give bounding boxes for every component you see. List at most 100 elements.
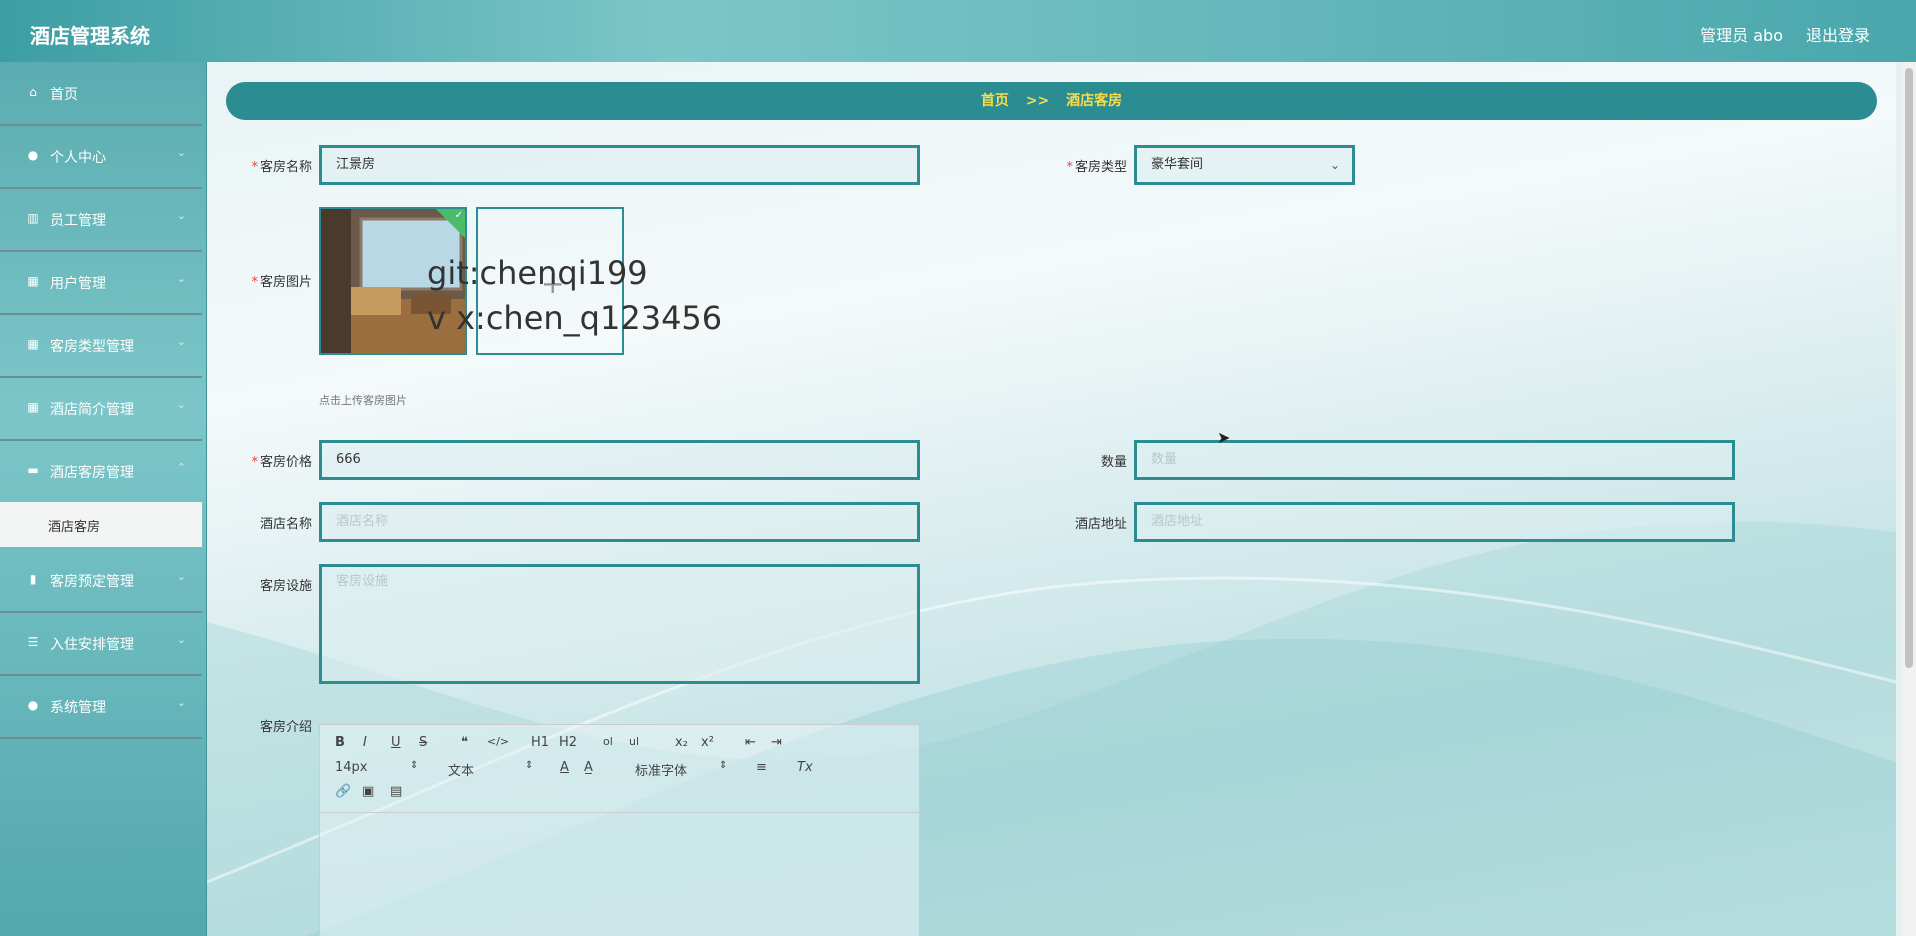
comment-icon: ▬	[27, 463, 39, 477]
hotel-name-placeholder: 酒店名称	[336, 514, 389, 529]
room-type-value: 豪华套间	[1151, 157, 1204, 172]
indent-button[interactable]: ⇥	[771, 735, 782, 750]
room-type-label: * 客房类型	[1066, 160, 1127, 175]
sidebar-item-label: 酒店简介管理	[50, 402, 134, 418]
align-button[interactable]: ≡	[756, 760, 767, 775]
sidebar-item-users[interactable]: ▦ 用户管理 ⌄	[0, 251, 202, 315]
sidebar-item-label: 员工管理	[50, 213, 106, 229]
blockquote-button[interactable]: ❝	[461, 735, 468, 750]
ordered-list-button[interactable]: ol	[603, 735, 613, 748]
hotel-address-placeholder: 酒店地址	[1151, 514, 1204, 529]
sidebar-item-label: 用户管理	[50, 276, 106, 292]
italic-button[interactable]: I	[363, 735, 367, 750]
subscript-button[interactable]: x₂	[675, 735, 688, 750]
breadcrumb-home[interactable]: 首页	[981, 93, 1009, 109]
hotel-name-label: 酒店名称	[259, 517, 312, 532]
font-family-arrows-icon: ⇕	[719, 760, 728, 771]
library-icon: ▥	[27, 211, 39, 225]
grid-icon: ▦	[27, 274, 39, 288]
grid-icon: ▦	[27, 400, 39, 414]
home-icon: ⌂	[29, 85, 37, 99]
chevron-down-icon: ⌄	[176, 209, 186, 222]
text-style-select[interactable]: 文本	[448, 760, 474, 779]
sidebar-item-checkin[interactable]: ☰ 入住安排管理 ⌄	[0, 612, 202, 676]
code-block-button[interactable]: </>	[487, 735, 509, 748]
underline-button[interactable]: U	[391, 735, 401, 750]
font-size-arrows-icon: ⇕	[410, 760, 419, 771]
user-icon: ●	[27, 148, 39, 162]
clean-format-button[interactable]: Tx	[797, 760, 813, 775]
sidebar-item-room-types[interactable]: ▦ 客房类型管理 ⌄	[0, 314, 202, 378]
sliders-icon: ☰	[27, 635, 39, 649]
chevron-up-icon: ⌃	[176, 461, 186, 474]
bullet-list-button[interactable]: ul	[629, 735, 639, 748]
strike-button[interactable]: S	[419, 735, 427, 750]
breadcrumb-current: 酒店客房	[1066, 93, 1123, 109]
font-family-select[interactable]: 标准字体	[635, 760, 687, 779]
watermark-line1: git:chenqi199	[427, 254, 648, 292]
quantity-label: 数量	[1100, 455, 1127, 470]
sidebar-item-label: 入住安排管理	[50, 637, 134, 653]
grid-icon: ▦	[27, 337, 39, 351]
app-title: 酒店管理系统	[30, 24, 150, 48]
user-icon: ●	[27, 698, 39, 712]
header1-button[interactable]: H1	[531, 735, 549, 750]
sidebar-item-system[interactable]: ● 系统管理 ⌄	[0, 675, 202, 739]
sidebar-item-label: 客房预定管理	[50, 574, 134, 590]
chevron-down-icon: ⌄	[176, 696, 186, 709]
watermark-line2: v x:chen_q123456	[427, 299, 723, 337]
superscript-button[interactable]: x²	[701, 735, 714, 750]
font-color-button[interactable]: A	[560, 760, 569, 775]
sidebar-item-hotel-rooms[interactable]: ▬ 酒店客房管理 ⌃	[0, 440, 202, 504]
quantity-placeholder: 数量	[1151, 452, 1178, 467]
current-user-label: 管理员 abo	[1700, 26, 1783, 45]
sidebar-item-home[interactable]: ⌂ 首页	[0, 62, 202, 126]
sidebar-subitem-hotel-rooms[interactable]: 酒店客房	[0, 502, 202, 547]
page-scrollbar[interactable]	[1902, 62, 1916, 936]
sidebar-item-label: 客房类型管理	[50, 339, 134, 355]
hotel-address-input[interactable]: 酒店地址	[1134, 502, 1735, 542]
sidebar-item-label: 首页	[50, 87, 78, 103]
room-image-label: * 客房图片	[251, 275, 312, 290]
sidebar-item-reservations[interactable]: ▮ 客房预定管理 ⌄	[0, 549, 202, 613]
hotel-address-label: 酒店地址	[1074, 517, 1127, 532]
chevron-down-icon: ⌄	[176, 570, 186, 583]
scrollbar-thumb[interactable]	[1905, 68, 1913, 668]
facilities-placeholder: 客房设施	[336, 574, 389, 589]
room-name-input[interactable]: 江景房	[319, 145, 920, 185]
sidebar-item-hotel-intro[interactable]: ▦ 酒店简介管理 ⌄	[0, 377, 202, 441]
text-style-arrows-icon: ⇕	[525, 760, 534, 771]
sidebar-item-personal-center[interactable]: ● 个人中心 ⌄	[0, 125, 202, 189]
rich-text-editor: B I U S ❝ </> H1 H2 ol ul x₂ x² ⇤ ⇥ 14px…	[319, 724, 920, 936]
header2-button[interactable]: H2	[559, 735, 577, 750]
check-icon: ✓	[454, 210, 463, 221]
background-color-button[interactable]: A̲	[584, 760, 593, 775]
facilities-textarea[interactable]: 客房设施	[319, 564, 920, 684]
editor-content-area[interactable]	[320, 813, 919, 936]
bold-button[interactable]: B	[335, 735, 345, 750]
breadcrumb: 首页 >> 酒店客房	[226, 82, 1877, 120]
room-name-label: * 客房名称	[251, 160, 312, 175]
font-size-select[interactable]: 14px	[335, 760, 368, 775]
sidebar: ⌂ 首页 ● 个人中心 ⌄ ▥ 员工管理 ⌄ ▦ 用户管理 ⌄ ▦ 客房类型管理…	[0, 62, 207, 936]
sidebar-item-label: 酒店客房管理	[50, 465, 134, 481]
room-type-select[interactable]: 豪华套间 ⌄	[1134, 145, 1355, 185]
hotel-name-input[interactable]: 酒店名称	[319, 502, 920, 542]
chart-icon: ▮	[29, 572, 37, 586]
chevron-down-icon: ⌄	[176, 146, 186, 159]
main-content: 首页 >> 酒店客房 * 客房名称 江景房 * 客房类型 豪华套间 ⌄ * 客房图片 …	[207, 62, 1896, 936]
chevron-down-icon: ⌄	[176, 633, 186, 646]
video-icon[interactable]: ▤	[390, 784, 402, 799]
logout-button[interactable]: 退出登录	[1806, 22, 1870, 46]
upload-hint: 点击上传客房图片	[319, 394, 407, 407]
sidebar-item-staff[interactable]: ▥ 员工管理 ⌄	[0, 188, 202, 252]
top-header: 酒店管理系统 管理员 abo 退出登录	[0, 0, 1916, 62]
outdent-button[interactable]: ⇤	[745, 735, 756, 750]
intro-label: 客房介绍	[259, 720, 312, 735]
link-icon[interactable]: 🔗	[335, 784, 351, 799]
room-price-input[interactable]: 666	[319, 440, 920, 480]
facilities-label: 客房设施	[259, 579, 312, 594]
chevron-down-icon: ⌄	[176, 272, 186, 285]
image-icon[interactable]: ▣	[362, 784, 374, 799]
chevron-down-icon: ⌄	[1329, 158, 1340, 172]
